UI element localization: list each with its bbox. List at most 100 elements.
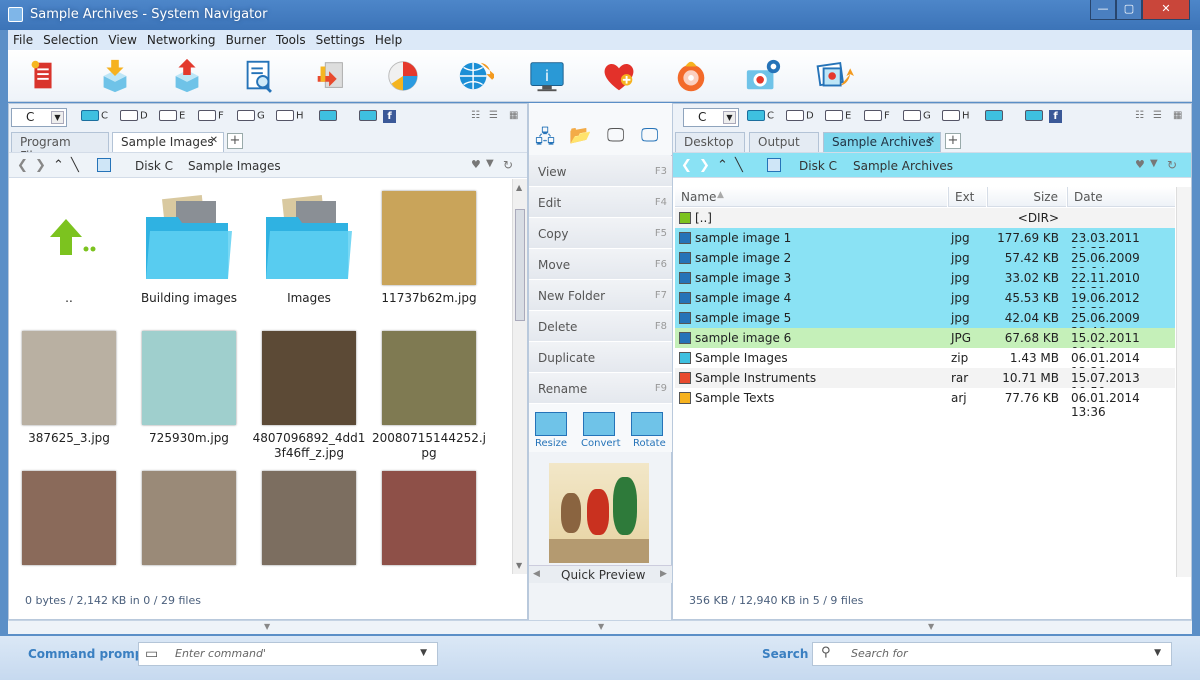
image-item[interactable]: 387625_3.jpg	[10, 331, 128, 446]
favorite-heart-icon[interactable]: ♥	[471, 158, 481, 171]
close-button[interactable]: ✕	[1142, 0, 1190, 20]
forward-icon[interactable]: ❯	[699, 158, 710, 173]
menu-item-file[interactable]: File	[8, 30, 38, 47]
table-row[interactable]: sample image 5jpg42.04 KB25.06.2009 23:4…	[675, 308, 1175, 339]
tab-output[interactable]: Output	[749, 132, 819, 152]
network-drive-icon[interactable]	[319, 110, 339, 122]
drive-button-d[interactable]: D	[786, 110, 814, 122]
command-copy[interactable]: Copy F5	[529, 218, 673, 249]
tab-sample-archives[interactable]: Sample Archives ✕	[823, 132, 941, 152]
left-drive-select[interactable]: C ▼	[11, 108, 67, 127]
view-details-icon[interactable]: ☰	[1153, 110, 1162, 121]
breadcrumb-disk[interactable]: Disk C	[135, 159, 173, 173]
rotate-icon[interactable]	[631, 412, 663, 436]
drive-button-d[interactable]: D	[120, 110, 148, 122]
web-drive-icon[interactable]	[359, 110, 379, 122]
table-row[interactable]: sample image 6JPG67.68 KB15.02.2011 09:3…	[675, 328, 1175, 359]
up-icon[interactable]: ⌃	[53, 158, 64, 173]
facebook-icon[interactable]: f	[383, 110, 396, 123]
table-row[interactable]: Sample Texts arj 77.76 KB 06.01.2014 13:36	[675, 388, 1175, 419]
back-icon[interactable]: ❮	[17, 158, 28, 173]
command-move[interactable]: Move F6	[529, 249, 673, 280]
network-icon[interactable]	[454, 56, 496, 96]
command-view[interactable]: View F3	[529, 156, 673, 187]
prev-icon[interactable]: ◀	[533, 569, 540, 579]
tab-program-files[interactable]: Program Files	[11, 132, 109, 163]
breadcrumb-folder[interactable]: Sample Images	[188, 159, 281, 173]
view-thumbs-icon[interactable]: ▦	[1173, 110, 1182, 121]
image-item[interactable]	[10, 471, 128, 571]
root-icon[interactable]: ╲	[71, 158, 79, 173]
image-item[interactable]: 4807096892_4dd13f46ff_z.jpg	[250, 331, 368, 461]
find-in-file-icon[interactable]	[238, 56, 280, 96]
table-row[interactable]: Sample Instruments rar 10.71 MB 15.07.2013 …	[675, 368, 1175, 399]
facebook-icon[interactable]: f	[1049, 110, 1062, 123]
refresh-icon[interactable]: ↻	[1167, 158, 1177, 172]
folder-item[interactable]: Building images	[130, 191, 248, 306]
image-item[interactable]	[250, 471, 368, 571]
image-item[interactable]: 20080715144252.jpg	[370, 331, 488, 461]
minimize-button[interactable]: —	[1090, 0, 1116, 20]
quick-preview-bar[interactable]: ◀ Quick Preview ▶	[529, 565, 673, 583]
info-icon[interactable]: i	[526, 56, 568, 96]
drive-button-g[interactable]: G	[237, 110, 265, 122]
upload-icon[interactable]	[166, 56, 208, 96]
resize-icon[interactable]	[535, 412, 567, 436]
breadcrumb-disk[interactable]: Disk C	[799, 159, 837, 173]
add-tab-button[interactable]: +	[227, 133, 243, 149]
breadcrumb-folder[interactable]: Sample Archives	[853, 159, 953, 173]
image-item[interactable]: 11737b62m.jpg	[370, 191, 488, 306]
menu-item-networking[interactable]: Networking	[142, 30, 221, 47]
sync-icon[interactable]: 🖧	[535, 125, 555, 155]
view-list-icon[interactable]: ☷	[1135, 110, 1144, 121]
menu-item-view[interactable]: View	[103, 30, 141, 47]
new-file-icon[interactable]	[22, 56, 64, 96]
chevron-down-icon[interactable]: ▼	[420, 648, 427, 658]
search-input[interactable]: ⚲ Search for ▼	[812, 642, 1172, 666]
command-input[interactable]: ▭ Enter command' ▼	[138, 642, 438, 666]
drive-button-c[interactable]: C	[747, 110, 774, 122]
network-drive-icon[interactable]	[985, 110, 1005, 122]
right-drive-select[interactable]: C ▼	[683, 108, 739, 127]
image-item[interactable]	[130, 471, 248, 571]
column-ext[interactable]: Ext	[948, 187, 986, 207]
add-tab-button[interactable]: +	[945, 133, 961, 149]
convert-label[interactable]: Convert	[581, 438, 621, 449]
convert-icon[interactable]	[583, 412, 615, 436]
monitor-icon[interactable]: 🖵	[607, 125, 624, 146]
table-row[interactable]: sample image 2jpg57.42 KB25.06.2009 22:0…	[675, 248, 1175, 279]
menu-item-tools[interactable]: Tools	[271, 30, 311, 47]
drive-button-f[interactable]: F	[864, 110, 890, 122]
download-icon[interactable]	[94, 56, 136, 96]
favorites-icon[interactable]	[598, 56, 640, 96]
close-tab-icon[interactable]: ✕	[210, 135, 218, 146]
refresh-icon[interactable]: ↻	[503, 158, 513, 172]
convert-file-icon[interactable]	[310, 56, 352, 96]
history-dropdown-icon[interactable]: ▼	[486, 158, 494, 169]
maximize-button[interactable]: ▢	[1116, 0, 1142, 20]
close-tab-icon[interactable]: ✕	[927, 135, 935, 146]
remote-icon[interactable]: 🖵	[641, 125, 658, 146]
back-icon[interactable]: ❮	[681, 158, 692, 173]
drive-button-e[interactable]: E	[159, 110, 185, 122]
menu-item-selection[interactable]: Selection	[38, 30, 103, 47]
root-icon[interactable]: ╲	[735, 158, 743, 173]
drive-button-h[interactable]: H	[942, 110, 970, 122]
table-row[interactable]: sample image 4jpg45.53 KB19.06.2012 15:3…	[675, 288, 1175, 319]
drive-button-h[interactable]: H	[276, 110, 304, 122]
menu-item-settings[interactable]: Settings	[311, 30, 370, 47]
history-dropdown-icon[interactable]: ▼	[1150, 158, 1158, 169]
camera-settings-icon[interactable]	[742, 56, 784, 96]
command-rename[interactable]: Rename F9	[529, 373, 673, 404]
command-new-folder[interactable]: New Folder F7	[529, 280, 673, 311]
command-delete[interactable]: Delete F8	[529, 311, 673, 342]
table-row[interactable]: sample image 1jpg177.69 KB23.03.2011 19:…	[675, 228, 1175, 259]
burner-icon[interactable]	[670, 56, 712, 96]
table-row[interactable]: Sample Imageszip1.43 MB06.01.2014 13:36	[675, 348, 1175, 379]
image-item[interactable]: 725930m.jpg	[130, 331, 248, 446]
view-thumbs-icon[interactable]: ▦	[509, 110, 518, 121]
table-row[interactable]: sample image 3jpg33.02 KB22.11.2010 15:3…	[675, 268, 1175, 299]
folder-item[interactable]: Images	[250, 191, 368, 306]
next-icon[interactable]: ▶	[660, 569, 667, 579]
column-date[interactable]: Date	[1067, 187, 1175, 207]
